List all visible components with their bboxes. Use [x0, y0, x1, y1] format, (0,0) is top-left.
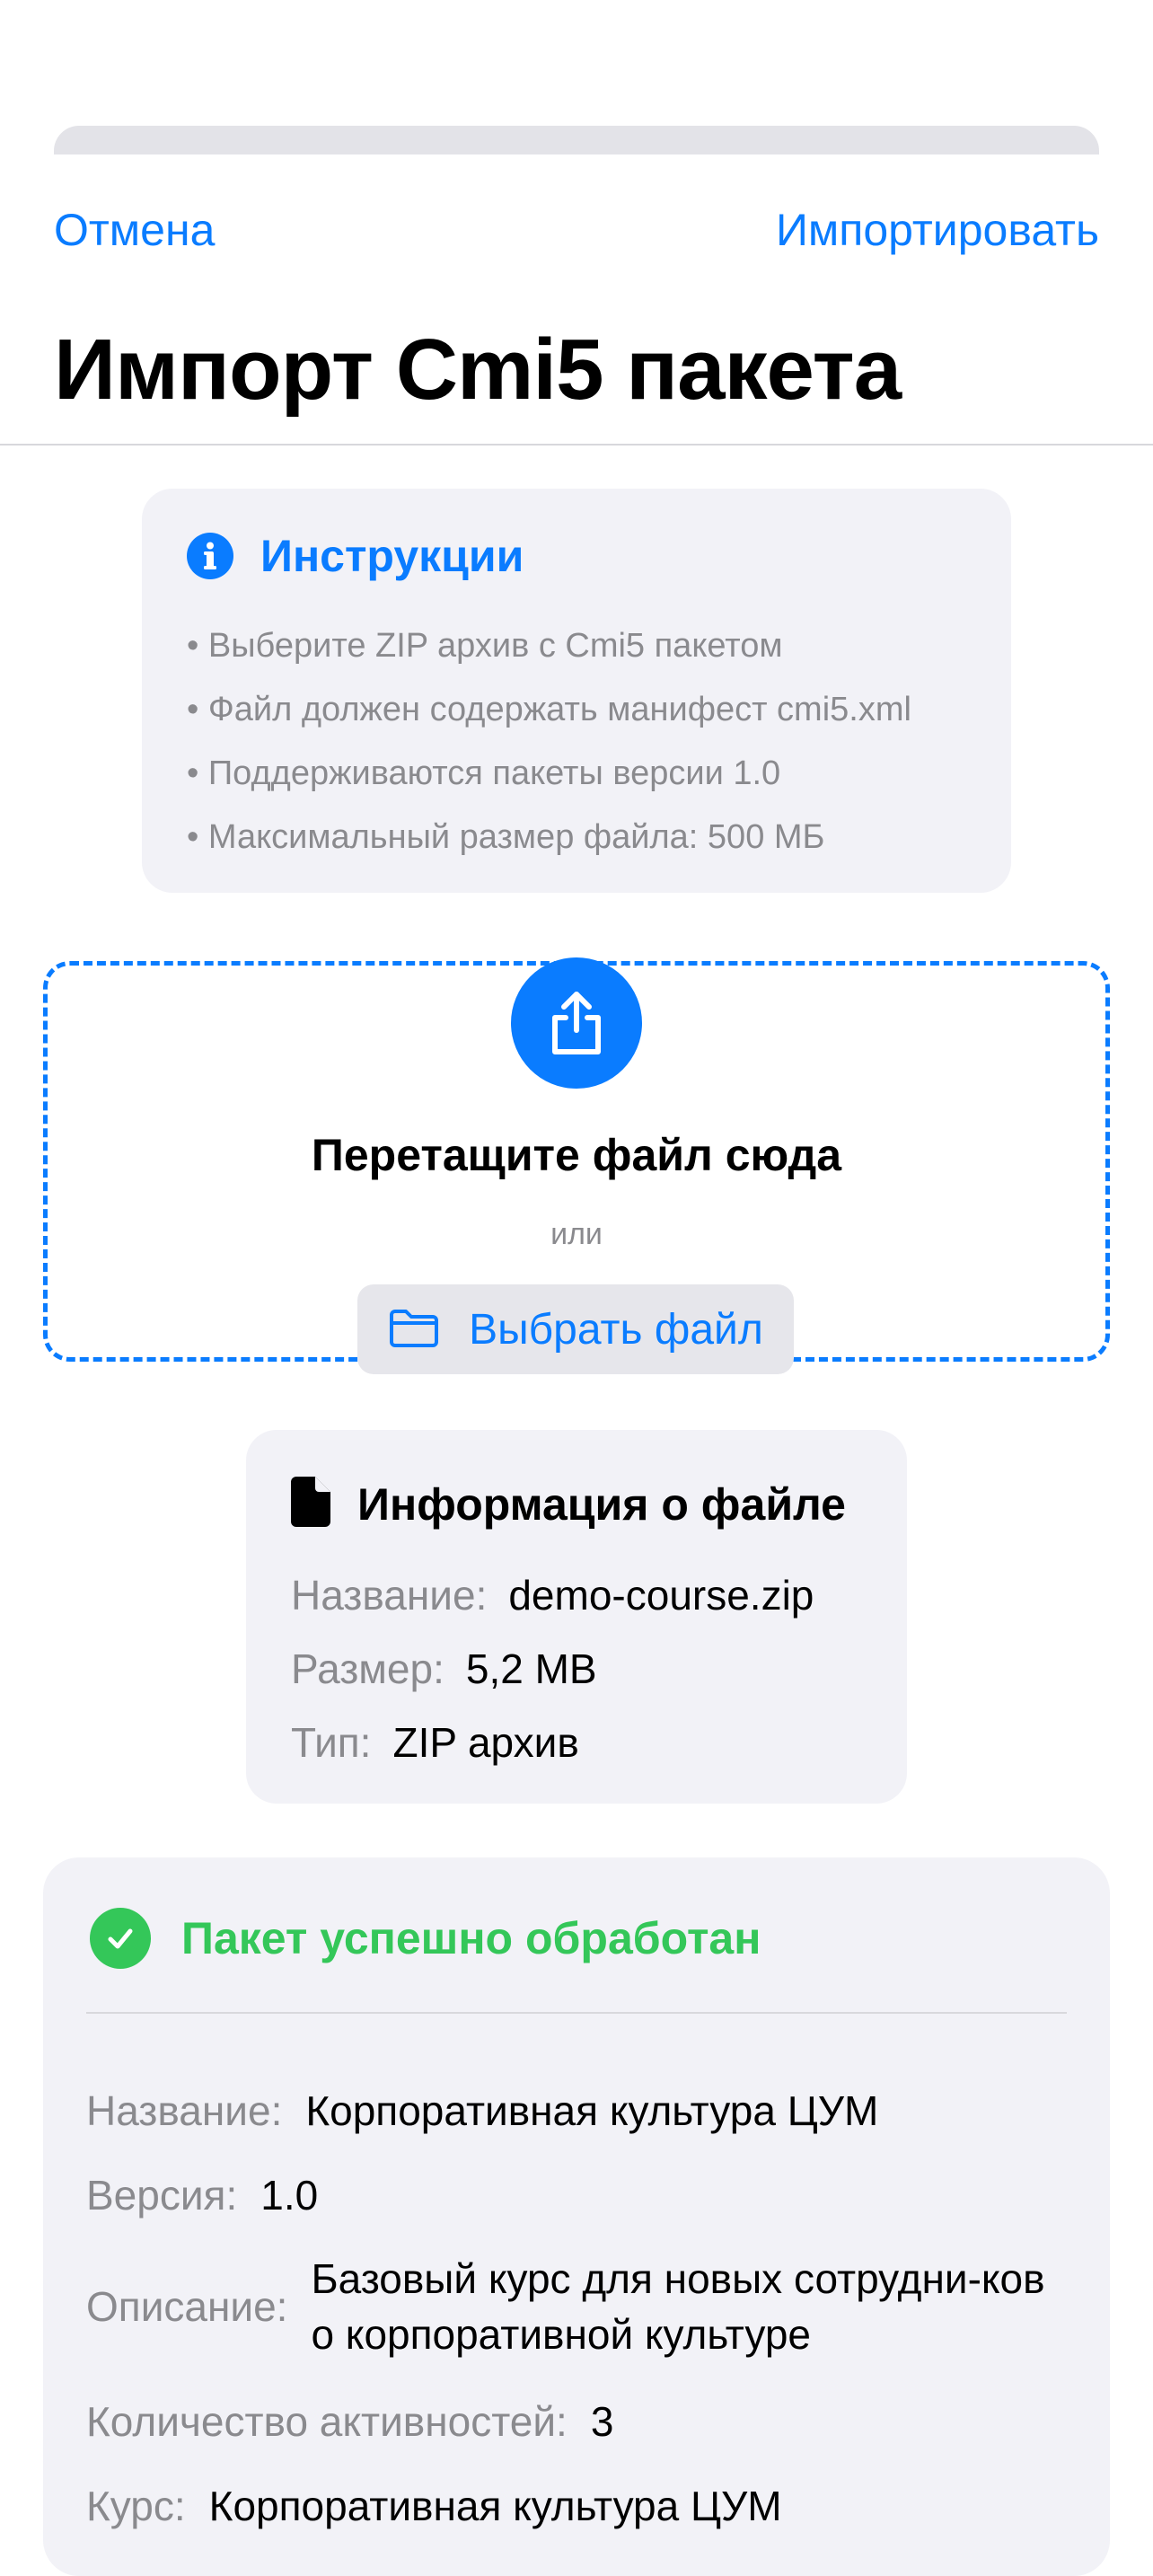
field-value: 3 [590, 2398, 614, 2445]
result-row-activities: Количество активностей: 3 [86, 2393, 613, 2450]
file-info-row-name: Название: demo-course.zip [291, 1568, 814, 1622]
field-label: Версия: [86, 2172, 238, 2219]
instructions-header: Инструкции [187, 530, 524, 582]
field-label: Название: [291, 1572, 488, 1619]
file-info-row-type: Тип: ZIP архив [291, 1716, 579, 1769]
file-info-row-size: Размер: 5,2 MB [291, 1642, 597, 1696]
import-button[interactable]: Импортировать [776, 201, 1099, 259]
checkmark-circle-icon [90, 1908, 151, 1969]
result-row-course: Курс: Корпоративная культура ЦУМ [86, 2477, 782, 2535]
field-value: demo-course.zip [508, 1572, 814, 1619]
drop-zone-or-text: или [550, 1217, 603, 1251]
field-value: 5,2 MB [465, 1645, 597, 1692]
field-label: Название: [86, 2087, 283, 2134]
instruction-item: • Файл должен содержать манифест cmi5.xm… [187, 691, 911, 728]
drop-zone-title: Перетащите файл сюда [311, 1130, 842, 1180]
page-title: Импорт Cmi5 пакета [54, 322, 902, 418]
file-info-title: Информация о файле [357, 1478, 846, 1530]
instructions-list: • Выберите ZIP архив с Cmi5 пакетом • Фа… [187, 614, 911, 869]
field-value: Базовый курс для новых сотрудни-ков о ко… [311, 2255, 1045, 2358]
result-status-title: Пакет успешно обработан [181, 1913, 761, 1963]
upload-icon [511, 957, 642, 1089]
field-label: Тип: [291, 1719, 372, 1766]
folder-icon [388, 1308, 440, 1352]
result-header: Пакет успешно обработан [90, 1908, 761, 1969]
instructions-title: Инструкции [260, 531, 524, 581]
document-icon [291, 1477, 330, 1531]
field-value: Корпоративная культура ЦУМ [208, 2483, 782, 2529]
result-row-description: Описание: Базовый курс для новых сотрудни… [86, 2251, 1047, 2362]
field-label: Описание: [86, 2283, 288, 2330]
choose-file-label: Выбрать файл [469, 1305, 763, 1354]
instruction-item: • Выберите ZIP архив с Cmi5 пакетом [187, 627, 783, 665]
result-row-version: Версия: 1.0 [86, 2166, 318, 2224]
info-icon [187, 533, 233, 579]
header-divider [0, 444, 1153, 446]
instructions-card: Инструкции • Выберите ZIP архив с Cmi5 п… [142, 489, 1011, 893]
field-value: Корпоративная культура ЦУМ [305, 2087, 879, 2134]
cancel-button[interactable]: Отмена [54, 201, 215, 259]
field-label: Курс: [86, 2483, 186, 2529]
choose-file-button[interactable]: Выбрать файл [357, 1284, 794, 1374]
field-value: ZIP архив [392, 1719, 579, 1766]
result-divider [86, 2012, 1067, 2014]
field-value: 1.0 [260, 2172, 319, 2219]
result-row-name: Название: Корпоративная культура ЦУМ [86, 2082, 878, 2139]
instruction-item: • Поддерживаются пакеты версии 1.0 [187, 754, 781, 792]
field-label: Количество активностей: [86, 2398, 568, 2445]
package-result-card: Пакет успешно обработан Название: Корпора… [43, 1857, 1110, 2576]
instruction-item: • Максимальный размер файла: 500 МБ [187, 818, 825, 856]
field-label: Размер: [291, 1645, 444, 1692]
file-info-header: Информация о файле [291, 1477, 846, 1531]
file-info-card: Информация о файле Название: demo-course.… [246, 1430, 907, 1804]
sheet-top-edge [54, 126, 1099, 154]
